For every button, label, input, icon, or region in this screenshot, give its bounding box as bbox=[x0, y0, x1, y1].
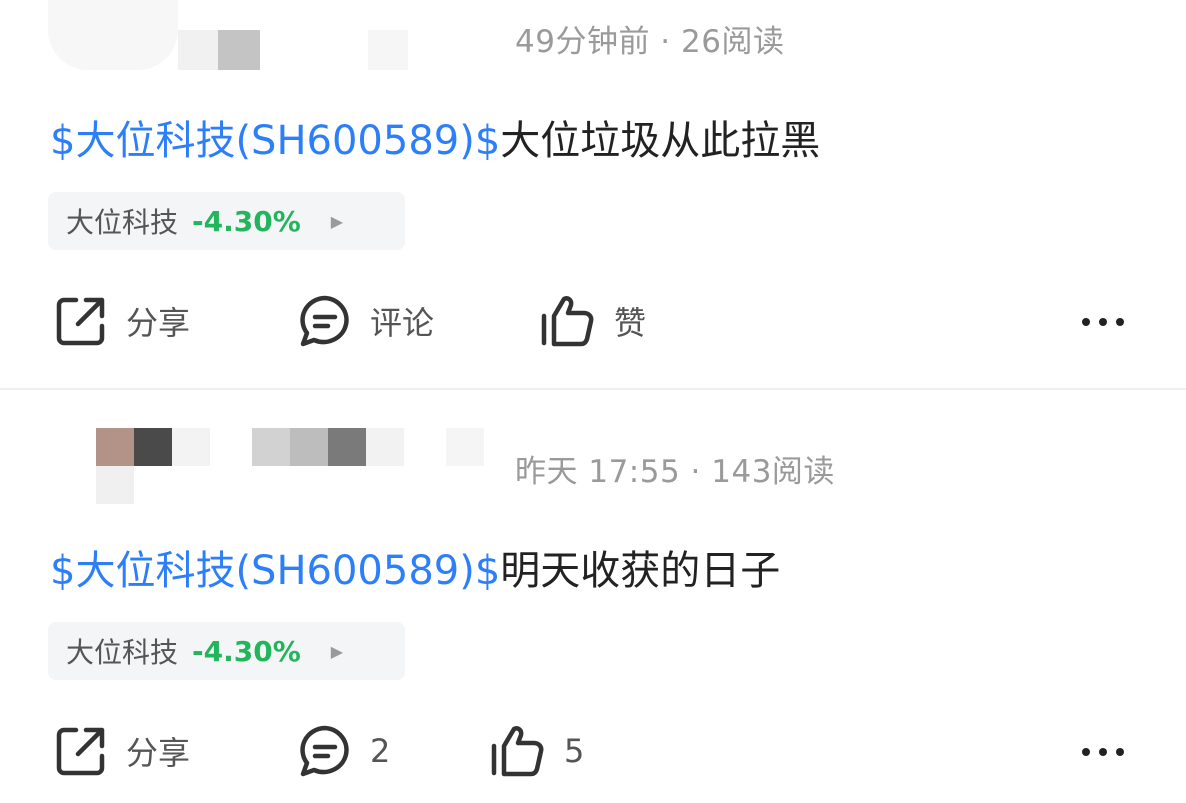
stock-tag-link[interactable]: $大位科技(SH600589)$ bbox=[50, 118, 500, 164]
comment-icon bbox=[300, 295, 349, 347]
share-button[interactable]: 分享 bbox=[54, 294, 190, 348]
share-button[interactable]: 分享 bbox=[54, 724, 190, 778]
comment-count: 2 bbox=[370, 732, 391, 770]
chevron-right-icon: ▶ bbox=[330, 211, 344, 231]
post-card-2[interactable]: 昨天 17:55 · 143阅读 $大位科技(SH600589)$明天收获的日子… bbox=[0, 388, 1186, 803]
post-content: $大位科技(SH600589)$大位垃圾从此拉黑 bbox=[50, 108, 820, 166]
like-button[interactable]: 赞 bbox=[540, 294, 646, 348]
chevron-right-icon: ▶ bbox=[330, 641, 344, 661]
stock-name: 大位科技 bbox=[66, 636, 179, 669]
post-content: $大位科技(SH600589)$明天收获的日子 bbox=[50, 538, 780, 596]
more-icon[interactable] bbox=[1082, 748, 1124, 756]
share-label: 分享 bbox=[126, 304, 191, 342]
post-text: 大位垃圾从此拉黑 bbox=[500, 118, 821, 164]
like-button[interactable]: 5 bbox=[490, 724, 584, 778]
share-label: 分享 bbox=[126, 734, 191, 772]
post-text: 明天收获的日子 bbox=[500, 548, 781, 594]
stock-chip[interactable]: 大位科技 -4.30% ▶ bbox=[48, 622, 405, 680]
thumbs-up-icon bbox=[541, 296, 594, 347]
share-icon bbox=[56, 297, 105, 346]
comment-button[interactable]: 2 bbox=[298, 724, 390, 778]
stock-name: 大位科技 bbox=[66, 206, 179, 239]
stock-tag-link[interactable]: $大位科技(SH600589)$ bbox=[50, 548, 500, 594]
stock-change: -4.30% bbox=[192, 204, 301, 238]
blurred-user-info bbox=[48, 0, 418, 75]
comment-button[interactable]: 评论 bbox=[298, 294, 434, 348]
blurred-user-info bbox=[96, 428, 516, 518]
thumbs-up-icon bbox=[491, 726, 544, 777]
like-label: 赞 bbox=[614, 304, 647, 342]
stock-change: -4.30% bbox=[192, 634, 301, 668]
post-meta: 49分钟前 · 26阅读 bbox=[515, 24, 785, 60]
like-count: 5 bbox=[564, 732, 585, 770]
comment-label: 评论 bbox=[370, 304, 435, 342]
stock-chip[interactable]: 大位科技 -4.30% ▶ bbox=[48, 192, 405, 250]
share-icon bbox=[56, 727, 105, 776]
more-icon[interactable] bbox=[1082, 318, 1124, 326]
post-card-1[interactable]: 49分钟前 · 26阅读 $大位科技(SH600589)$大位垃圾从此拉黑 大位… bbox=[0, 0, 1186, 388]
post-meta: 昨天 17:55 · 143阅读 bbox=[515, 454, 835, 490]
comment-icon bbox=[300, 725, 349, 777]
